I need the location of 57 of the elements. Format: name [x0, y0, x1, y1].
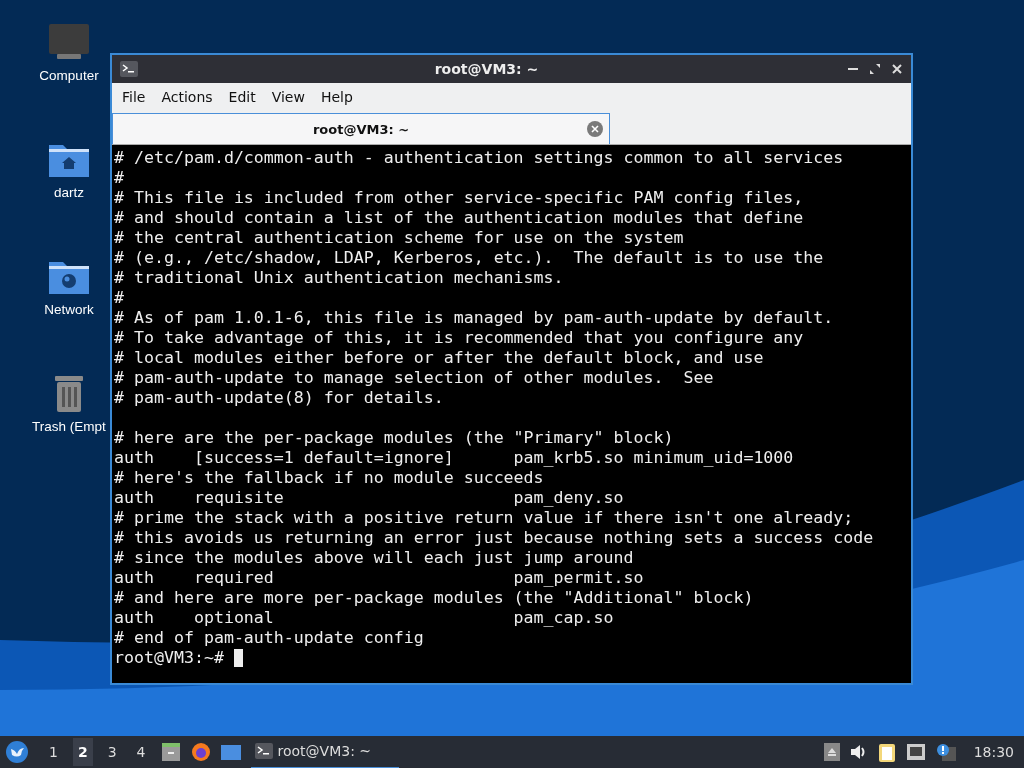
- terminal-line: # and here are more per-package modules (the "Additional" block): [114, 588, 755, 608]
- terminal-line: # end of pam-auth-update config: [114, 628, 425, 648]
- terminal-line: # here are the per-package modules (the "Primary" block): [114, 428, 675, 448]
- maximize-icon[interactable]: [869, 63, 881, 75]
- file-cabinet-icon[interactable]: [160, 742, 181, 762]
- terminal-line: # As of pam 1.0.1-6, this file is managed by pam-auth-update by default.: [114, 308, 835, 328]
- eject-icon[interactable]: [823, 743, 840, 761]
- terminal-line: # To take advantage of this, it is recommended that you configure any: [114, 328, 805, 348]
- terminal-line: auth required pam_permit.so: [114, 568, 645, 588]
- desktop-icon-label[interactable]: Network: [44, 302, 94, 317]
- terminal-line: # the central authentication scheme for use on the system: [114, 228, 685, 248]
- browser-icon[interactable]: [190, 742, 211, 762]
- network-port-icon[interactable]: [905, 743, 926, 761]
- terminal-line: # (e.g., /etc/shadow, LDAP, Kerberos, etc.). The default is to use the: [114, 248, 825, 268]
- terminal-line: auth [success=1 default=ignore] pam_krb5.so minimum_uid=1000: [114, 448, 795, 468]
- menu-item[interactable]: Edit: [220, 85, 264, 109]
- terminal-line: # pam-auth-update to manage selection of other modules. See: [114, 368, 715, 388]
- desktop-icon-label[interactable]: dartz: [54, 185, 84, 200]
- alert-icon[interactable]: [935, 743, 956, 761]
- clipboard-icon[interactable]: [877, 742, 896, 762]
- terminal-line: #: [114, 168, 125, 188]
- tab[interactable]: root@VM3: ~: [112, 113, 610, 144]
- clock[interactable]: 18:30: [973, 744, 1014, 760]
- desktop-icon-label[interactable]: Computer: [39, 68, 99, 83]
- terminal-line: #: [114, 288, 125, 308]
- taskbar-window-button[interactable]: root@VM3: ~: [250, 735, 399, 768]
- terminal-line: auth optional pam_cap.so: [114, 608, 615, 628]
- menu-item[interactable]: Actions: [153, 85, 221, 109]
- window-title: root@VM3: ~: [433, 61, 540, 77]
- terminal-icon: [120, 61, 138, 77]
- close-tab-icon[interactable]: [587, 121, 603, 137]
- terminal-line: # here's the fallback if no module succeeds: [114, 468, 545, 488]
- monitor-icon[interactable]: [47, 22, 91, 62]
- terminal-line: # This file is included from other service-specific PAM config files,: [114, 188, 805, 208]
- menu-item[interactable]: Help: [312, 85, 361, 109]
- terminal-line: # and should contain a list of the authentication modules that define: [114, 208, 805, 228]
- terminal-line: auth requisite pam_deny.so: [114, 488, 625, 508]
- workspace-button[interactable]: 3: [102, 738, 122, 766]
- terminal-line: # pam-auth-update(8) for details.: [114, 388, 445, 408]
- desktop-icon-label[interactable]: Trash (Empt: [32, 419, 106, 434]
- terminal-line: # prime the stack with a positive return value if there isn't one already;: [114, 508, 855, 528]
- desktop-icon[interactable]: [220, 743, 241, 761]
- terminal-line: # this avoids us returning an error just because nothing sets a success code: [114, 528, 875, 548]
- close-icon[interactable]: [891, 63, 903, 75]
- workspace-button[interactable]: 4: [131, 738, 151, 766]
- workspace-button[interactable]: 1: [44, 738, 63, 766]
- shell-prompt: root@VM3:~#: [114, 648, 224, 668]
- text-cursor: [233, 649, 243, 667]
- menu-item[interactable]: File: [114, 85, 154, 109]
- terminal-line: # since the modules above will each just jump around: [114, 548, 635, 568]
- terminal-line: # local modules either before or after the default block, and use: [114, 348, 765, 368]
- terminal-line: # /etc/pam.d/common-auth - authentication settings common to all services: [114, 148, 845, 168]
- bird-logo-icon[interactable]: [6, 741, 28, 763]
- workspace-button[interactable]: 2: [72, 738, 93, 766]
- terminal-line: # traditional Unix authentication mechanisms.: [114, 268, 565, 288]
- terminal-icon: [254, 743, 273, 759]
- menu-item[interactable]: View: [263, 85, 313, 109]
